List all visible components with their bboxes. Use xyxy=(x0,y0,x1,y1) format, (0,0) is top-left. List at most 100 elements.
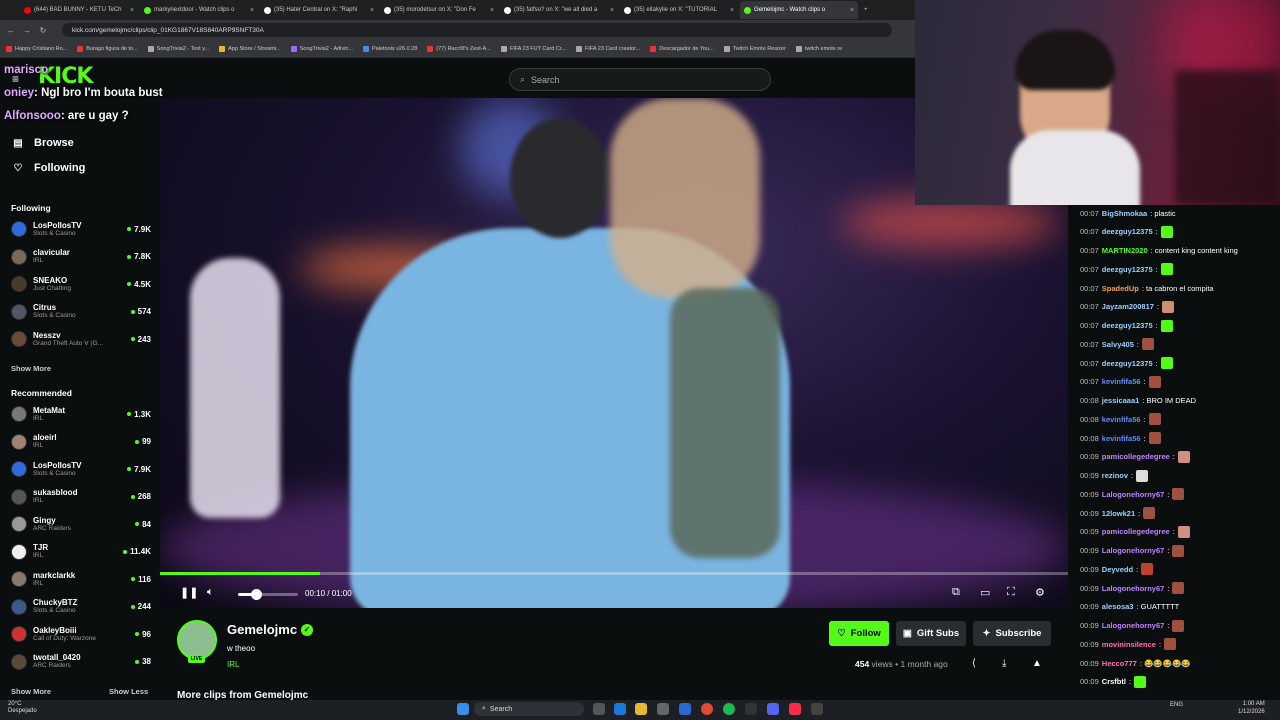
miniplayer-icon[interactable]: ⧉ xyxy=(952,586,960,599)
windows-start-icon[interactable] xyxy=(457,703,469,715)
sidebar-channel[interactable]: OakleyBoiii Call of Duty: Warzone 96 xyxy=(11,622,151,646)
browser-tab[interactable]: (35) fatfso? on X: "we all died a × xyxy=(500,1,618,19)
volume-slider-knob[interactable] xyxy=(251,589,262,600)
back-icon[interactable]: ← xyxy=(6,26,16,35)
gift-subs-button[interactable]: ▣ Gift Subs xyxy=(896,621,966,646)
taskbar-clock[interactable]: 1:00 AM 1/12/2026 xyxy=(1238,701,1265,716)
follow-button[interactable]: ♡ Follow xyxy=(829,621,889,646)
sidebar-channel[interactable]: markclarkk IRL 116 xyxy=(11,567,151,591)
browser-tab[interactable]: (644) BAD BUNNY - KETU TeCh × xyxy=(20,1,138,19)
bookmark-item[interactable]: Paletools v26.0.28 xyxy=(363,45,417,52)
chat-username[interactable]: 12lowk21 xyxy=(1102,509,1135,518)
chat-username[interactable]: movininsilence xyxy=(1102,640,1156,649)
browser-tab[interactable]: Gemelojmc - Watch clips o × xyxy=(740,1,858,19)
chat-username[interactable]: deezguy12375 xyxy=(1102,265,1153,274)
bookmark-item[interactable]: Descargador de You... xyxy=(650,45,714,52)
sidebar-channel[interactable]: Citrus Slots & Casino 574 xyxy=(11,300,151,324)
chat-username[interactable]: alesosa3 xyxy=(1102,602,1134,611)
browser-tab[interactable]: (35) Hater Central on X: "Raphi × xyxy=(260,1,378,19)
close-tab-icon[interactable]: × xyxy=(610,7,614,14)
chat-username[interactable]: kevinfifa56 xyxy=(1102,415,1141,424)
show-more-following[interactable]: Show More xyxy=(11,364,51,373)
close-tab-icon[interactable]: × xyxy=(370,7,374,14)
file-explorer-icon[interactable] xyxy=(635,703,647,715)
weather-widget[interactable]: 20°C Despejado xyxy=(8,701,37,715)
chat-username[interactable]: jessicaaa1 xyxy=(1102,396,1140,405)
app-icon[interactable] xyxy=(811,703,823,715)
chat-username[interactable]: Hecco777 xyxy=(1102,659,1137,668)
bookmark-item[interactable]: Burago figura de to... xyxy=(77,45,138,52)
mail-icon[interactable] xyxy=(679,703,691,715)
chat-username[interactable]: Jayzam200817 xyxy=(1102,302,1154,311)
edge-icon[interactable] xyxy=(614,703,626,715)
show-more-recommended[interactable]: Show More xyxy=(11,687,51,696)
close-tab-icon[interactable]: × xyxy=(730,7,734,14)
bookmark-item[interactable]: twitch emote re xyxy=(795,45,842,52)
settings-icon[interactable]: ⚙ xyxy=(1035,586,1045,599)
close-tab-icon[interactable]: × xyxy=(130,7,134,14)
sidebar-channel[interactable]: SNEAKO Just Chatting 4.5K xyxy=(11,272,151,296)
chat-username[interactable]: Salvy405 xyxy=(1102,340,1134,349)
music-icon[interactable] xyxy=(789,703,801,715)
fullscreen-icon[interactable]: ⛶ xyxy=(1007,586,1015,599)
pause-icon[interactable]: ❚❚ xyxy=(180,586,198,599)
chat-username[interactable]: rezinov xyxy=(1102,471,1128,480)
chat-username[interactable]: deezguy12375 xyxy=(1102,227,1153,236)
nav-following[interactable]: ♡ Following xyxy=(12,162,86,174)
close-tab-icon[interactable]: × xyxy=(250,7,254,14)
search-input[interactable]: ⌕ Search xyxy=(509,68,771,91)
store-icon[interactable] xyxy=(657,703,669,715)
sidebar-channel[interactable]: clavicular IRL 7.8K xyxy=(11,245,151,269)
browser-tab[interactable]: markynextdoor - Watch clips o × xyxy=(140,1,258,19)
theater-mode-icon[interactable]: ▭ xyxy=(980,586,990,599)
chat-username[interactable]: Lalogonehorny67 xyxy=(1102,621,1165,630)
show-less-recommended[interactable]: Show Less xyxy=(109,687,148,696)
chat-username[interactable]: pamicollegedegree xyxy=(1102,452,1170,461)
volume-icon[interactable]: 🔈︎ xyxy=(207,586,214,599)
subscribe-button[interactable]: ✦ Subscribe xyxy=(973,621,1051,646)
chat-username[interactable]: pamicollegedegree xyxy=(1102,527,1170,536)
bookmark-item[interactable]: SongTrivia2 - Test y... xyxy=(147,45,209,52)
download-icon[interactable]: ⤓ xyxy=(1002,658,1006,669)
chat-username[interactable]: Crsfbtl xyxy=(1102,677,1126,686)
task-view-icon[interactable] xyxy=(593,703,605,715)
url-field[interactable]: kick.com/gemelojmc/clips/clip_01KG1867V1… xyxy=(62,23,892,37)
sidebar-channel[interactable]: ChuckyBTZ Slots & Casino 244 xyxy=(11,595,151,619)
forward-icon[interactable]: → xyxy=(22,26,32,35)
chat-username[interactable]: Lalogonehorny67 xyxy=(1102,584,1165,593)
sidebar-channel[interactable]: sukasblood IRL 268 xyxy=(11,485,151,509)
bookmark-item[interactable]: Happy Cristiano Ro... xyxy=(6,45,67,52)
chat-username[interactable]: deezguy12375 xyxy=(1102,359,1153,368)
sidebar-channel[interactable]: Nesszv Grand Theft Auto V (G... 243 xyxy=(11,327,151,351)
reload-icon[interactable]: ↻ xyxy=(38,26,48,35)
chat-username[interactable]: kevinfifa56 xyxy=(1102,434,1141,443)
chat-username[interactable]: BigShmokaa xyxy=(1102,209,1147,218)
close-tab-icon[interactable]: × xyxy=(850,7,854,14)
browser-tab[interactable]: (35) eitakylie on X: "TUTORIAL × xyxy=(620,1,738,19)
sidebar-channel[interactable]: twotall_0420 ARC Raiders 38 xyxy=(11,650,151,674)
share-icon[interactable]: ⟨ xyxy=(972,658,976,669)
channel-avatar[interactable] xyxy=(177,620,217,660)
chat-username[interactable]: kevinfifa56 xyxy=(1102,377,1141,386)
browser-tab[interactable]: (35) morodetsur on X: "Don Fe × xyxy=(380,1,498,19)
bookmark-item[interactable]: (77) Racc0f's Zest-A... xyxy=(427,45,491,52)
taskbar-search[interactable]: ⌕ Search xyxy=(474,702,584,716)
bookmark-item[interactable]: FIFA 23 FUT Card Cr... xyxy=(500,45,566,52)
sidebar-channel[interactable]: aloeirl IRL 99 xyxy=(11,430,151,454)
sidebar-channel[interactable]: TJR IRL 11.4K xyxy=(11,540,151,564)
bookmark-item[interactable]: FIFA 23 Card creator... xyxy=(575,45,640,52)
new-tab-icon[interactable]: + xyxy=(860,1,874,19)
bookmark-item[interactable]: SongTrivia2 - Adivin... xyxy=(290,45,353,52)
steam-icon[interactable] xyxy=(745,703,757,715)
report-icon[interactable]: ▲ xyxy=(1032,658,1042,669)
chat-username[interactable]: Deyvedd xyxy=(1102,565,1133,574)
clip-category[interactable]: IRL xyxy=(227,660,239,669)
sidebar-channel[interactable]: LosPollosTV Slots & Casino 7.9K xyxy=(11,217,151,241)
chat-username[interactable]: deezguy12375 xyxy=(1102,321,1153,330)
chat-username[interactable]: Lalogonehorny67 xyxy=(1102,490,1165,499)
chat-username[interactable]: Lalogonehorny67 xyxy=(1102,546,1165,555)
sidebar-channel[interactable]: Gingy ARC Raiders 84 xyxy=(11,512,151,536)
system-tray[interactable]: ENG xyxy=(1170,702,1183,708)
close-tab-icon[interactable]: × xyxy=(490,7,494,14)
bookmark-item[interactable]: App Store / Streami... xyxy=(219,45,281,52)
